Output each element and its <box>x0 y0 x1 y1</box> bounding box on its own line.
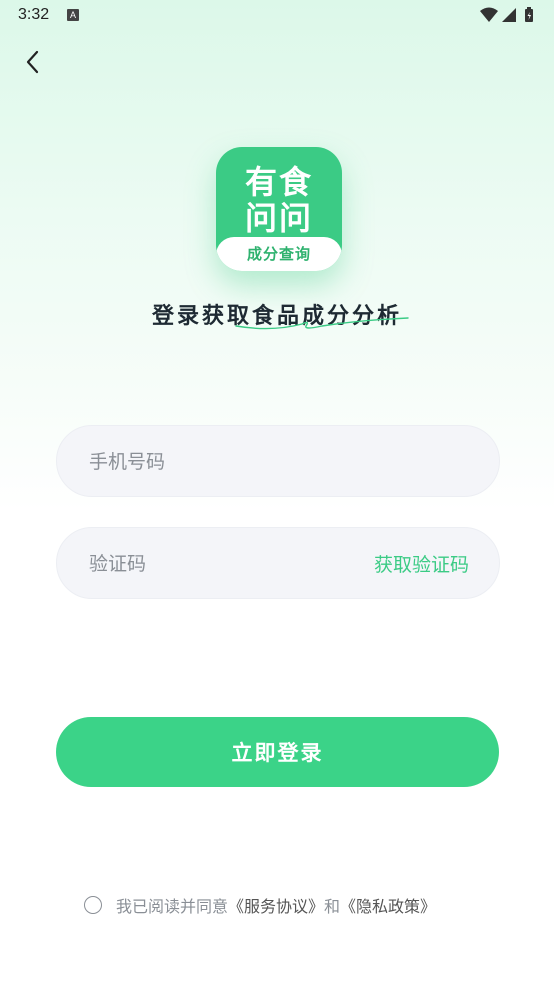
agreement-row: 我已阅读并同意 《服务协议》 和 《隐私政策》 <box>84 893 436 917</box>
privacy-policy-link[interactable]: 《隐私政策》 <box>340 893 436 917</box>
agreement-prefix: 我已阅读并同意 <box>116 897 229 916</box>
notification-a-icon: A <box>67 9 79 21</box>
login-button[interactable]: 立即登录 <box>56 717 499 787</box>
back-button[interactable] <box>18 46 50 78</box>
code-input[interactable] <box>87 528 351 600</box>
logo-line-2: 问问 <box>244 199 313 237</box>
signal-icon <box>502 8 516 22</box>
get-code-button[interactable]: 获取验证码 <box>374 550 469 577</box>
status-icons <box>478 6 538 24</box>
code-field[interactable]: 获取验证码 <box>56 527 500 600</box>
app-logo: 有食 问问 成分查询 <box>216 147 342 271</box>
battery-icon <box>525 7 533 22</box>
agreement-and: 和 <box>324 897 341 916</box>
phone-field[interactable] <box>56 425 500 498</box>
chevron-left-icon <box>26 50 39 74</box>
service-agreement-link[interactable]: 《服务协议》 <box>228 893 324 917</box>
agree-checkbox[interactable] <box>84 896 102 914</box>
logo-subtitle: 成分查询 <box>246 245 311 263</box>
status-bar: 3:32 A <box>0 0 554 32</box>
status-time: 3:32 <box>18 6 50 23</box>
wifi-icon <box>480 7 498 22</box>
headline-underline-swoosh <box>235 317 409 330</box>
phone-input[interactable] <box>87 426 351 498</box>
